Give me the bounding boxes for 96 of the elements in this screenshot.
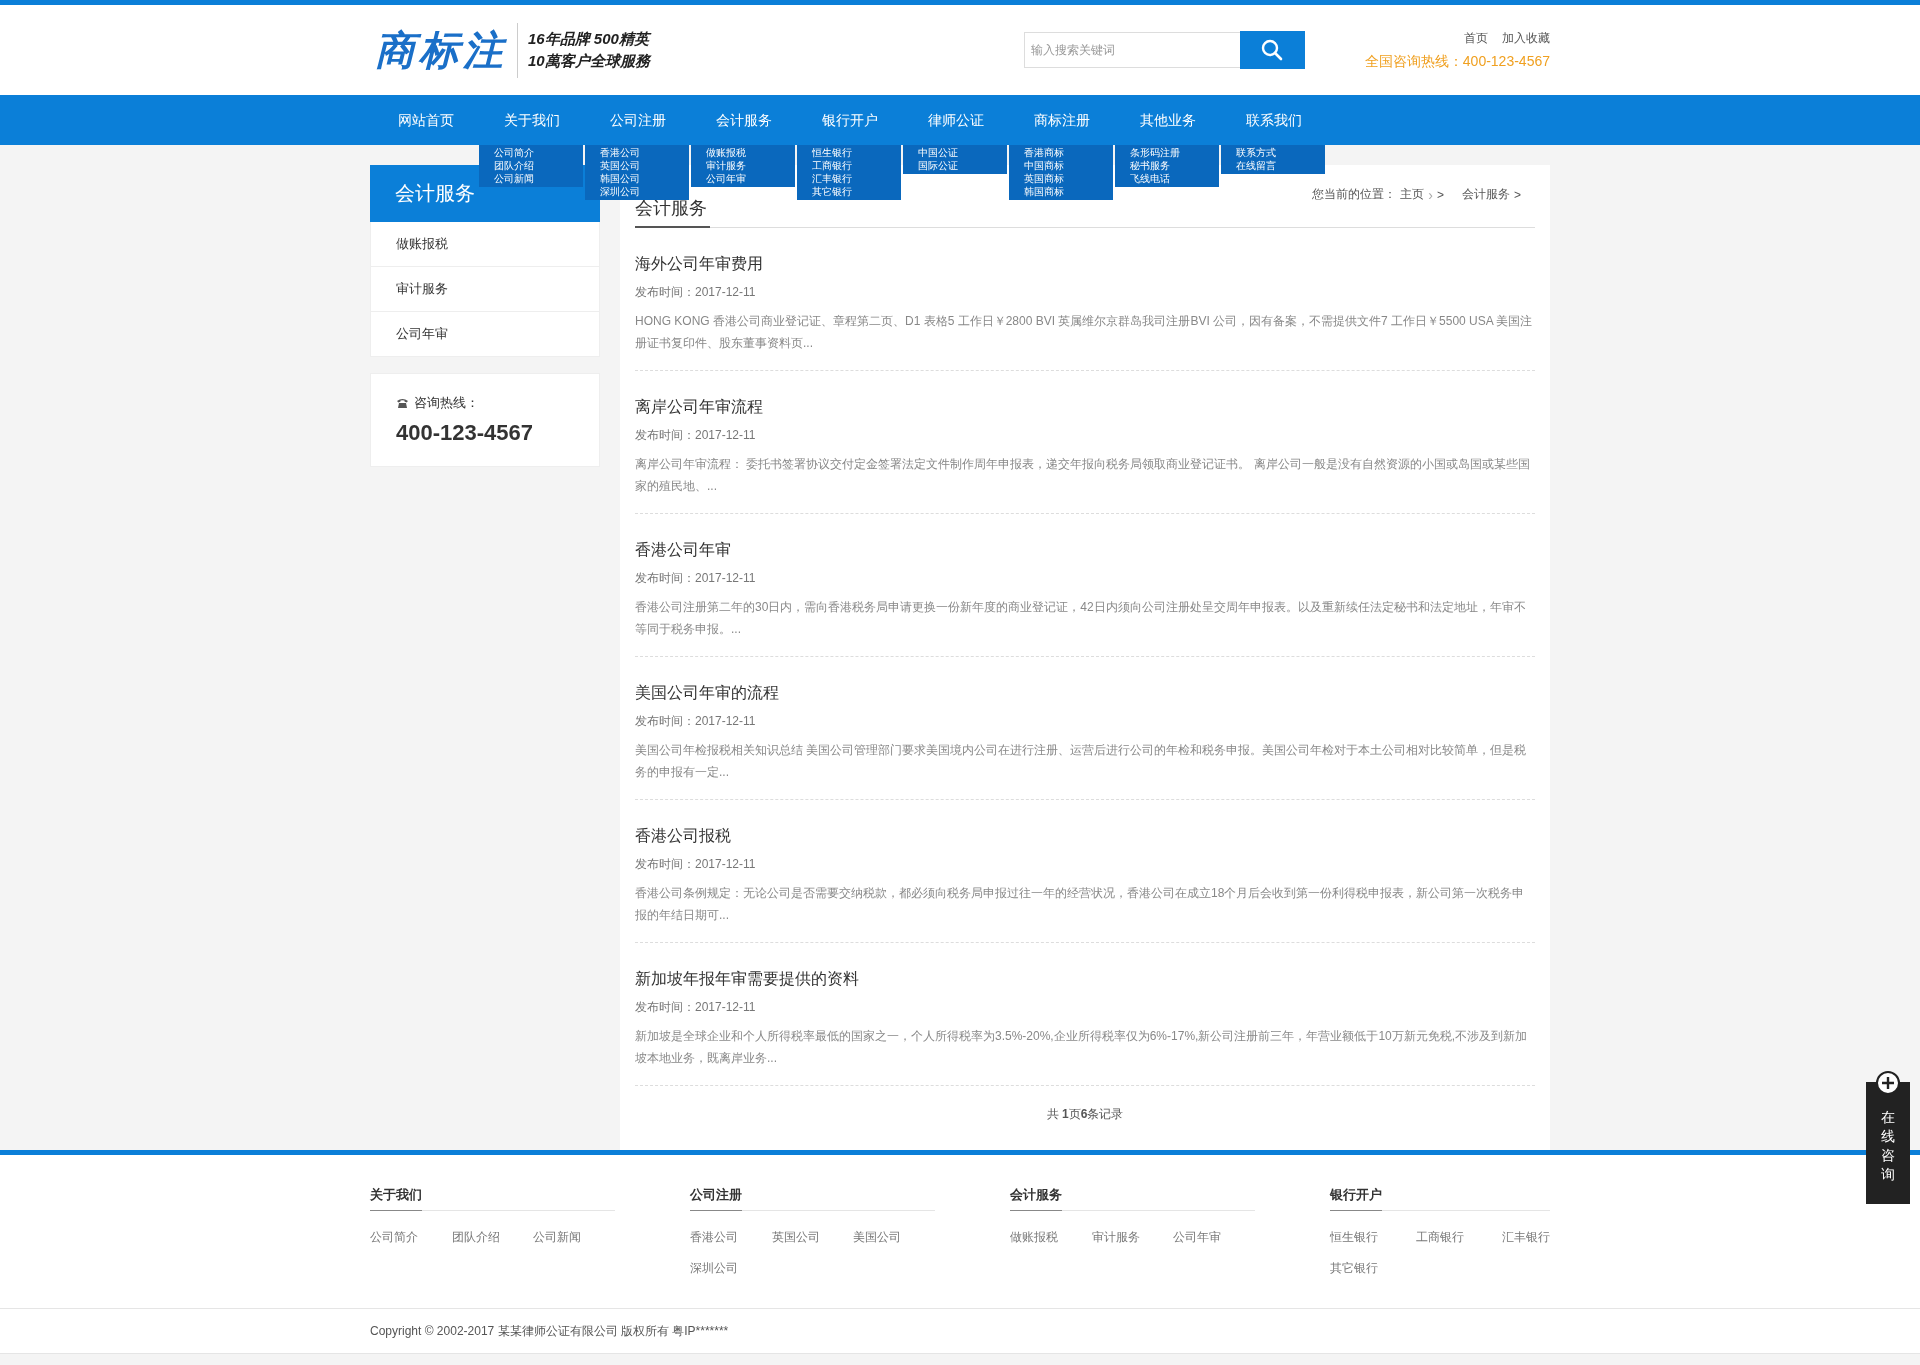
search-icon	[1261, 38, 1284, 61]
header-link[interactable]: 加入收藏	[1502, 29, 1550, 47]
article-summary: HONG KONG 香港公司商业登记证、章程第二页、D1 表格5 工作日￥2800 BVI 英属维尔京群岛我司注册BVI 公司，因有备案，不需提供文件7 工作日￥5500 USA 美国注册证书复印件、股东董事资料页...	[635, 313, 1534, 352]
article-summary: 美国公司年检报税相关知识总结 美国公司管理部门要求美国境内公司在进行注册、运营后进行公司的年检和税务申报。美国公司年检对于本土公司相对比较简单，但是税务的申报有一定...	[635, 742, 1528, 781]
submenu-link[interactable]: 韩国公司	[599, 172, 640, 185]
submenu-link[interactable]: 恒生银行	[811, 146, 852, 159]
slogan-text: 16年品牌 500精英	[528, 28, 650, 50]
nav-link[interactable]: 关于我们	[478, 95, 585, 145]
logo-text: 商标注	[375, 22, 518, 78]
footer-link[interactable]: 英国公司	[771, 1229, 854, 1246]
submenu-link[interactable]: 公司年审	[705, 172, 746, 185]
article-title[interactable]: 新加坡年报年审需要提供的资料	[635, 969, 1535, 990]
article-summary: 新加坡是全球企业和个人所得税率最低的国家之一，个人所得税率为3.5%-20%,企业所得税率仅为6%-17%,新公司注册前三年，年营业额低于10万新元免税,不涉及到新加坡本地业务，既离岸业务...	[635, 1028, 1529, 1067]
submenu-link[interactable]: 深圳公司	[599, 185, 640, 198]
nav-link[interactable]: 其他业务	[1114, 95, 1221, 145]
article-date: 发布时间：2017-12-11	[635, 856, 757, 873]
sidebar-item[interactable]: 做账报税	[370, 222, 600, 267]
breadcrumb-separator: >	[1514, 187, 1521, 202]
submenu-link[interactable]: 香港商标	[1023, 146, 1064, 159]
sidebar-item[interactable]: 审计服务	[370, 267, 600, 312]
pagination-text: 共 1页6条记录	[1046, 1107, 1124, 1121]
submenu-link[interactable]: 其它银行	[811, 185, 852, 198]
article-summary: 离岸公司年审流程： 委托书签署协议交付定金签署法定文件制作周年申报表，递交年报向税务局领取商业登记证书。 离岸公司一般是没有自然资源的小国或岛国或某些国家的殖民地、...	[635, 456, 1531, 495]
submenu-link[interactable]: 香港公司	[599, 146, 640, 159]
article-date: 发布时间：2017-12-11	[635, 427, 757, 444]
plus-icon[interactable]	[1875, 1070, 1901, 1096]
hotline-text: 全国咨询热线：400-123-4567	[1364, 52, 1550, 71]
nav-link[interactable]: 联系我们	[1220, 95, 1327, 145]
submenu-link[interactable]: 汇丰银行	[811, 172, 852, 185]
hotline-number: 400-123-4567	[396, 420, 534, 446]
submenu-link[interactable]: 工商银行	[811, 159, 852, 172]
footer-heading: 关于我们	[370, 1186, 422, 1211]
footer-heading: 公司注册	[690, 1186, 742, 1211]
article-title[interactable]: 香港公司报税	[635, 826, 1535, 847]
article-date: 发布时间：2017-12-11	[635, 284, 757, 301]
hotline-label: 咨询热线：	[414, 394, 479, 412]
breadcrumb-separator: >	[1436, 187, 1444, 202]
submenu-link[interactable]: 在线留言	[1235, 159, 1276, 172]
footer-link[interactable]: 工商银行	[1416, 1229, 1464, 1246]
submenu-link[interactable]: 中国商标	[1023, 159, 1064, 172]
submenu-link[interactable]: 国际公证	[917, 159, 958, 172]
submenu-link[interactable]: 联系方式	[1235, 146, 1276, 159]
nav-link[interactable]: 商标注册	[1008, 95, 1115, 145]
header-link[interactable]: 首页	[1464, 29, 1488, 47]
article-title[interactable]: 美国公司年审的流程	[635, 683, 1535, 704]
nav-link[interactable]: 公司注册	[584, 95, 691, 145]
sidebar-item[interactable]: 公司年审	[370, 312, 600, 357]
footer-link[interactable]: 深圳公司	[690, 1260, 772, 1277]
footer-link[interactable]: 汇丰银行	[1502, 1229, 1550, 1246]
breadcrumb-link[interactable]: 主页	[1400, 186, 1425, 203]
search-button[interactable]	[1239, 30, 1305, 69]
article-date: 发布时间：2017-12-11	[635, 570, 757, 587]
footer-link[interactable]: 香港公司	[690, 1229, 772, 1246]
search-field[interactable]: 输入搜索关键词	[1023, 31, 1240, 68]
footer-link[interactable]: 恒生银行	[1330, 1229, 1378, 1246]
breadcrumb-label: 您当前的位置：	[1312, 186, 1397, 203]
footer-link[interactable]: 其它银行	[1330, 1260, 1378, 1277]
consult-label: 在线咨询	[1881, 1108, 1895, 1184]
nav-link[interactable]: 银行开户	[796, 95, 903, 145]
article-title[interactable]: 海外公司年审费用	[635, 254, 1535, 275]
submenu-link[interactable]: 秘书服务	[1129, 159, 1170, 172]
section-title: 会计服务	[635, 196, 710, 228]
phone-icon	[396, 397, 409, 409]
article-title[interactable]: 离岸公司年审流程	[635, 397, 1535, 418]
footer-link[interactable]: 审计服务	[1091, 1229, 1174, 1246]
footer-link[interactable]: 团队介绍	[451, 1229, 534, 1246]
footer-heading: 会计服务	[1010, 1186, 1062, 1211]
submenu-link[interactable]: 做账报税	[705, 146, 746, 159]
article-summary: 香港公司注册第二年的30日内，需向香港税务局申请更换一份新年度的商业登记证，42日内须向公司注册处呈交周年申报表。以及重新续任法定秘书和法定地址，年审不等同于税务申报。...	[635, 599, 1527, 638]
article-date: 发布时间：2017-12-11	[635, 713, 757, 730]
article-summary: 香港公司条例规定：无论公司是否需要交纳税款，都必须向税务局申报过往一年的经营状况，香港公司在成立18个月后会收到第一份利得税申报表，新公司第一次税务申报的年结日期可...	[635, 885, 1526, 924]
submenu-link[interactable]: 飞线电话	[1129, 172, 1170, 185]
footer-link[interactable]: 公司年审	[1173, 1229, 1255, 1246]
submenu-link[interactable]: 韩国商标	[1023, 185, 1064, 198]
breadcrumb-link[interactable]: 会计服务	[1462, 186, 1510, 203]
article-date: 发布时间：2017-12-11	[635, 999, 757, 1016]
footer-heading: 银行开户	[1330, 1186, 1382, 1211]
submenu-link[interactable]: 中国公证	[917, 146, 958, 159]
footer-link[interactable]: 做账报税	[1010, 1229, 1092, 1246]
submenu-link[interactable]: 公司简介	[493, 146, 534, 159]
submenu-link[interactable]: 英国商标	[1023, 172, 1064, 185]
footer-link[interactable]: 美国公司	[853, 1229, 935, 1246]
slogan-text: 10萬客户全球服務	[528, 51, 650, 71]
nav-link[interactable]: 会计服务	[690, 95, 797, 145]
submenu-link[interactable]: 英国公司	[599, 159, 640, 172]
breadcrumb-separator: ›	[1428, 186, 1433, 203]
footer-link[interactable]: 公司新闻	[533, 1229, 615, 1246]
article-title[interactable]: 香港公司年审	[635, 540, 1535, 561]
submenu-link[interactable]: 审计服务	[705, 159, 746, 172]
copyright-text: Copyright © 2002-2017 某某律师公证有限公司 版权所有 粤IP*******	[370, 1324, 729, 1338]
footer-link[interactable]: 公司简介	[370, 1229, 452, 1246]
consult-panel[interactable]: 在线咨询	[1866, 1082, 1910, 1204]
nav-link[interactable]: 网站首页	[372, 95, 479, 145]
submenu-link[interactable]: 条形码注册	[1129, 146, 1180, 159]
submenu-link[interactable]: 公司新闻	[493, 172, 534, 185]
nav-link[interactable]: 律师公证	[902, 95, 1009, 145]
